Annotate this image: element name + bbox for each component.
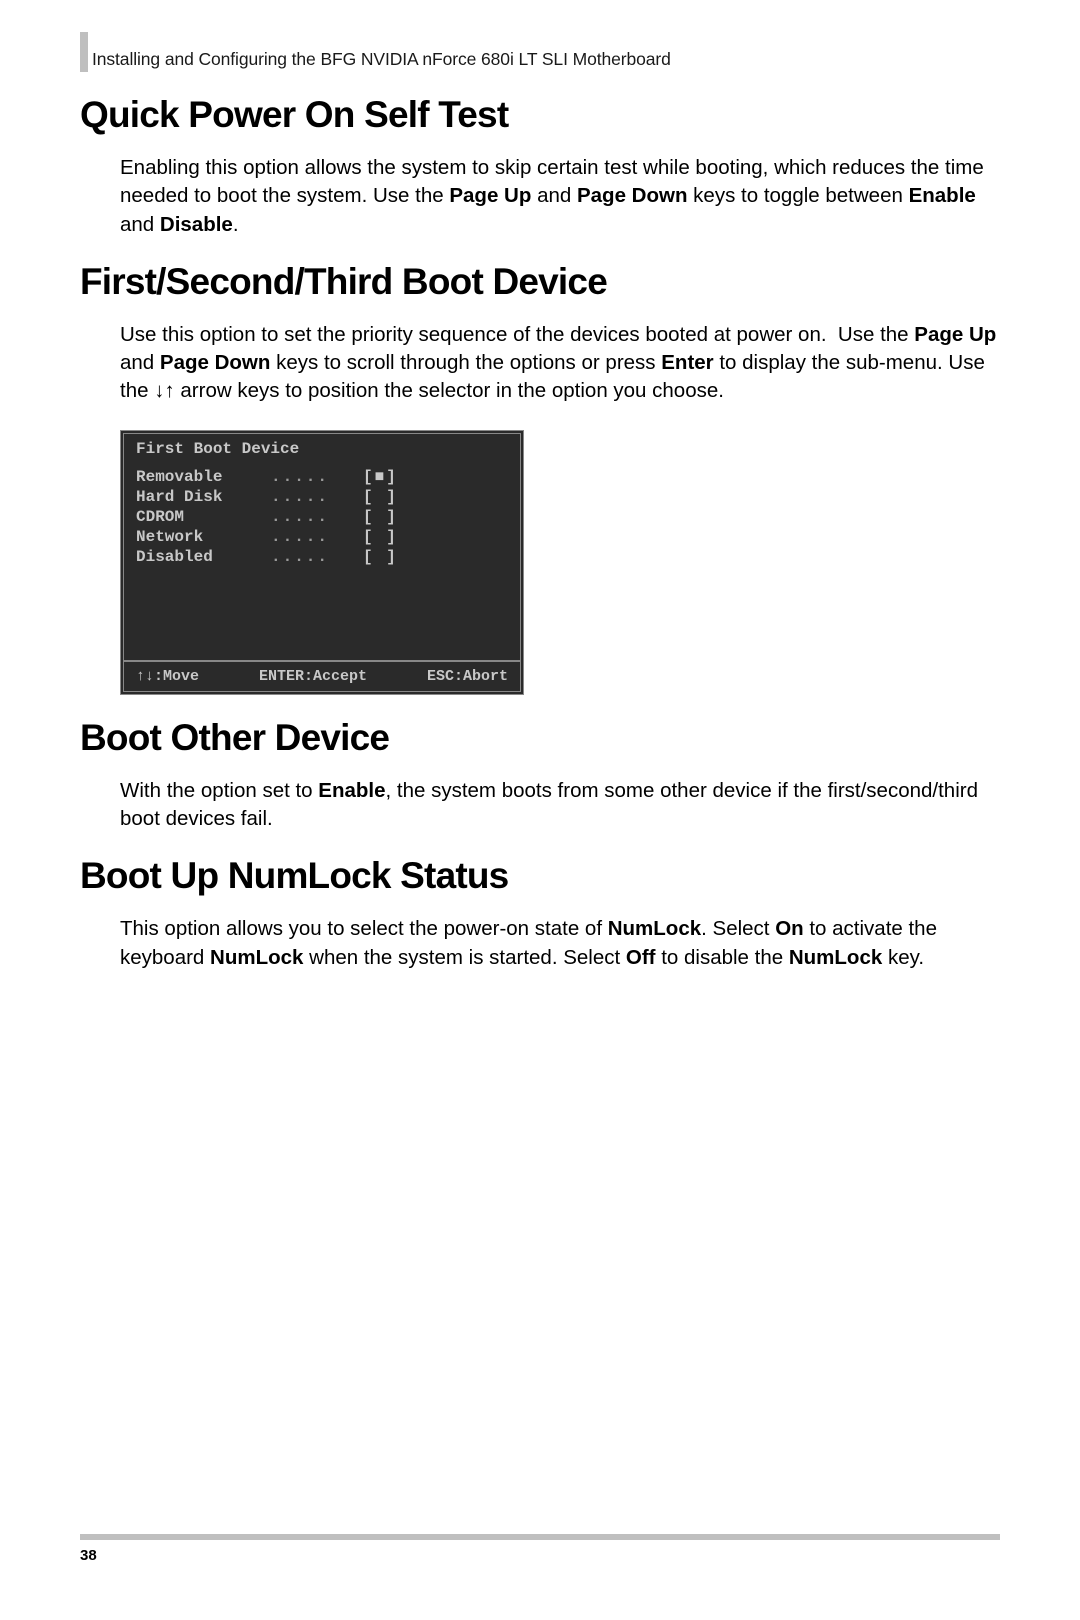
bios-footer-abort: ESC:Abort: [427, 668, 508, 685]
bios-row-label: Hard Disk: [136, 488, 271, 506]
bios-row: Network.....[ ]: [136, 528, 508, 546]
section-title-quick-power: Quick Power On Self Test: [80, 94, 1000, 136]
bios-row-mark: [ ]: [363, 508, 398, 526]
bios-row-label: Removable: [136, 468, 271, 486]
bios-row-dots: .....: [271, 488, 363, 506]
bios-row-mark: [■]: [363, 468, 398, 486]
bios-title: First Boot Device: [124, 434, 520, 460]
bios-row-dots: .....: [271, 528, 363, 546]
bios-body: Removable.....[■]Hard Disk.....[ ]CDROM.…: [124, 460, 520, 660]
bios-row: Removable.....[■]: [136, 468, 508, 486]
bios-row-label: CDROM: [136, 508, 271, 526]
bios-row: Hard Disk.....[ ]: [136, 488, 508, 506]
page-header: Installing and Configuring the BFG NVIDI…: [80, 32, 1000, 72]
section-body-boot-other: With the option set to Enable, the syste…: [120, 777, 1000, 834]
bios-row-mark: [ ]: [363, 488, 398, 506]
section-title-boot-other: Boot Other Device: [80, 717, 1000, 759]
bios-row-dots: .....: [271, 468, 363, 486]
bios-footer-move: ↑↓:Move: [136, 668, 199, 685]
header-accent-bar: [80, 32, 88, 72]
header-text: Installing and Configuring the BFG NVIDI…: [92, 49, 671, 72]
bios-row-dots: .....: [271, 508, 363, 526]
section-body-boot-device: Use this option to set the priority sequ…: [120, 321, 1000, 406]
bios-row-mark: [ ]: [363, 548, 398, 566]
bios-box: First Boot Device Removable.....[■]Hard …: [120, 430, 524, 695]
bios-row-dots: .....: [271, 548, 363, 566]
page-number: 38: [80, 1547, 97, 1564]
bios-footer: ↑↓:Move ENTER:Accept ESC:Abort: [124, 660, 520, 691]
bios-row: CDROM.....[ ]: [136, 508, 508, 526]
bios-footer-accept: ENTER:Accept: [259, 668, 367, 685]
section-body-numlock: This option allows you to select the pow…: [120, 915, 1000, 972]
bios-row-label: Network: [136, 528, 271, 546]
footer-divider: [80, 1534, 1000, 1540]
section-title-boot-device: First/Second/Third Boot Device: [80, 261, 1000, 303]
section-body-quick-power: Enabling this option allows the system t…: [120, 154, 1000, 239]
bios-row: Disabled.....[ ]: [136, 548, 508, 566]
bios-screenshot: First Boot Device Removable.....[■]Hard …: [120, 430, 1000, 695]
section-title-numlock: Boot Up NumLock Status: [80, 855, 1000, 897]
bios-row-label: Disabled: [136, 548, 271, 566]
bios-row-mark: [ ]: [363, 528, 398, 546]
